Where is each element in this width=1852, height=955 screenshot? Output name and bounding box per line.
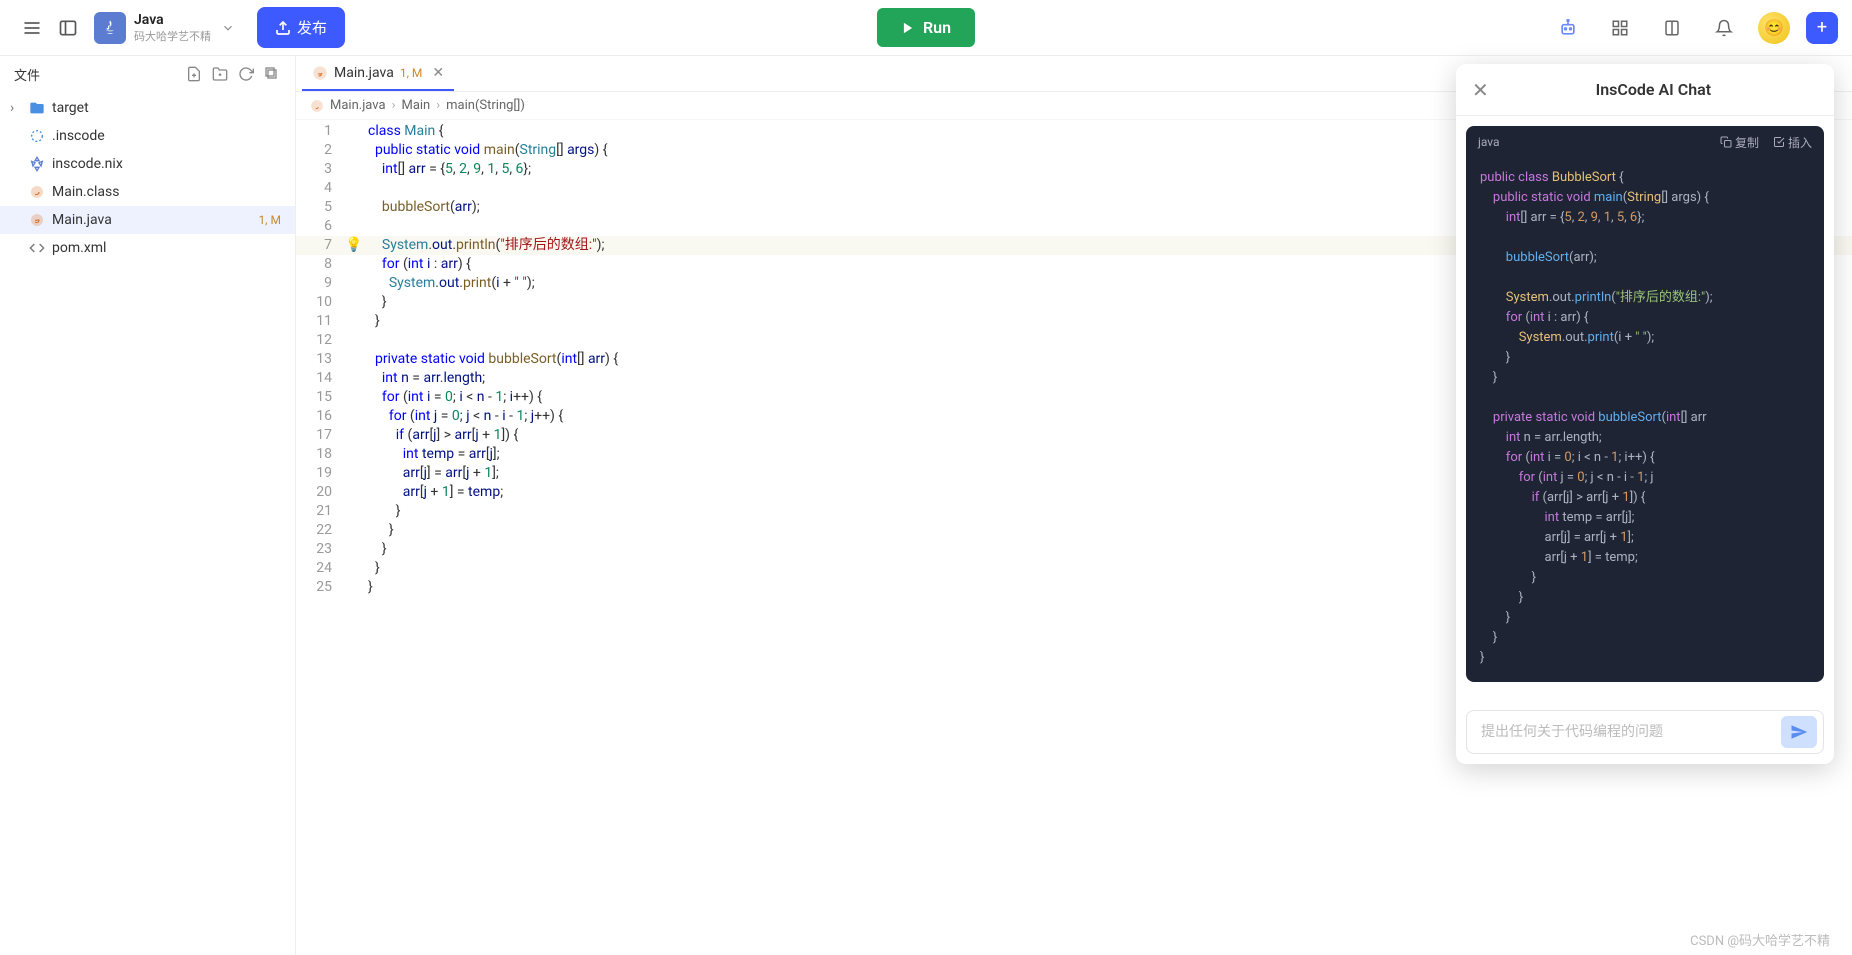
java-icon: [94, 12, 126, 44]
plus-button[interactable]: +: [1806, 12, 1838, 44]
insert-button[interactable]: 插入: [1773, 134, 1812, 151]
menu-icon[interactable]: [14, 10, 50, 46]
new-folder-icon[interactable]: [211, 65, 229, 83]
run-button[interactable]: Run: [877, 8, 975, 47]
file-Main-class[interactable]: Main.class: [0, 178, 295, 206]
ai-code-content[interactable]: public class BubbleSort { public static …: [1466, 158, 1824, 682]
file-tree: ›target.inscodeinscode.nixMain.classMain…: [0, 92, 295, 955]
ai-input: [1466, 710, 1824, 754]
ai-input-field[interactable]: [1481, 724, 1781, 740]
grid-icon[interactable]: [1602, 10, 1638, 46]
file-target[interactable]: ›target: [0, 94, 295, 122]
tab-main-java[interactable]: Main.java 1, M ✕: [302, 57, 454, 91]
copy-button[interactable]: 复制: [1720, 134, 1759, 151]
close-icon[interactable]: ✕: [1472, 78, 1489, 102]
new-file-icon[interactable]: [185, 65, 203, 83]
run-label: Run: [923, 18, 951, 37]
java-file-icon: [312, 65, 328, 81]
chevron-right-icon: ›: [392, 98, 396, 113]
file-pom-xml[interactable]: pom.xml: [0, 234, 295, 262]
watermark: CSDN @码大哈学艺不精: [1690, 930, 1830, 949]
ai-chat-panel: ✕ InsCode AI Chat java 复制 插入 public clas…: [1456, 64, 1834, 764]
tab-status: 1, M: [400, 66, 423, 80]
topbar: Java 码大哈学艺不精 发布 Run 😊 +: [0, 0, 1852, 56]
robot-icon[interactable]: [1550, 10, 1586, 46]
ai-code-block: java 复制 插入 public class BubbleSort { pub…: [1466, 126, 1824, 682]
panel-icon[interactable]: [50, 10, 86, 46]
bell-icon[interactable]: [1706, 10, 1742, 46]
book-icon[interactable]: [1654, 10, 1690, 46]
breadcrumb-item[interactable]: Main: [401, 98, 430, 113]
project-name: Java: [134, 12, 211, 28]
collapse-icon[interactable]: [263, 65, 281, 83]
project-owner: 码大哈学艺不精: [134, 28, 211, 44]
file-Main-java[interactable]: Main.java1, M: [0, 206, 295, 234]
send-button[interactable]: [1781, 716, 1817, 748]
java-file-icon: [310, 99, 324, 113]
glyph-margin: 💡: [346, 120, 362, 955]
breadcrumb-item[interactable]: main(String[]): [446, 98, 525, 113]
publish-label: 发布: [297, 17, 327, 38]
file--inscode[interactable]: .inscode: [0, 122, 295, 150]
tab-label: Main.java: [334, 65, 394, 81]
file-sidebar: 文件 ›target.inscodeinscode.nixMain.classM…: [0, 56, 296, 955]
breadcrumb-item[interactable]: Main.java: [330, 98, 386, 113]
publish-button[interactable]: 发布: [257, 7, 345, 48]
refresh-icon[interactable]: [237, 65, 255, 83]
ai-panel-title: InsCode AI Chat: [1489, 80, 1818, 99]
avatar[interactable]: 😊: [1758, 12, 1790, 44]
file-inscode-nix[interactable]: inscode.nix: [0, 150, 295, 178]
gutter: 1234567891011121314151617181920212223242…: [296, 120, 346, 955]
close-icon[interactable]: ✕: [432, 65, 444, 81]
ai-code-lang: java: [1478, 135, 1706, 149]
project-selector[interactable]: Java 码大哈学艺不精: [94, 12, 211, 44]
chevron-down-icon[interactable]: [221, 21, 235, 35]
chevron-right-icon: ›: [436, 98, 440, 113]
sidebar-title: 文件: [14, 65, 40, 84]
